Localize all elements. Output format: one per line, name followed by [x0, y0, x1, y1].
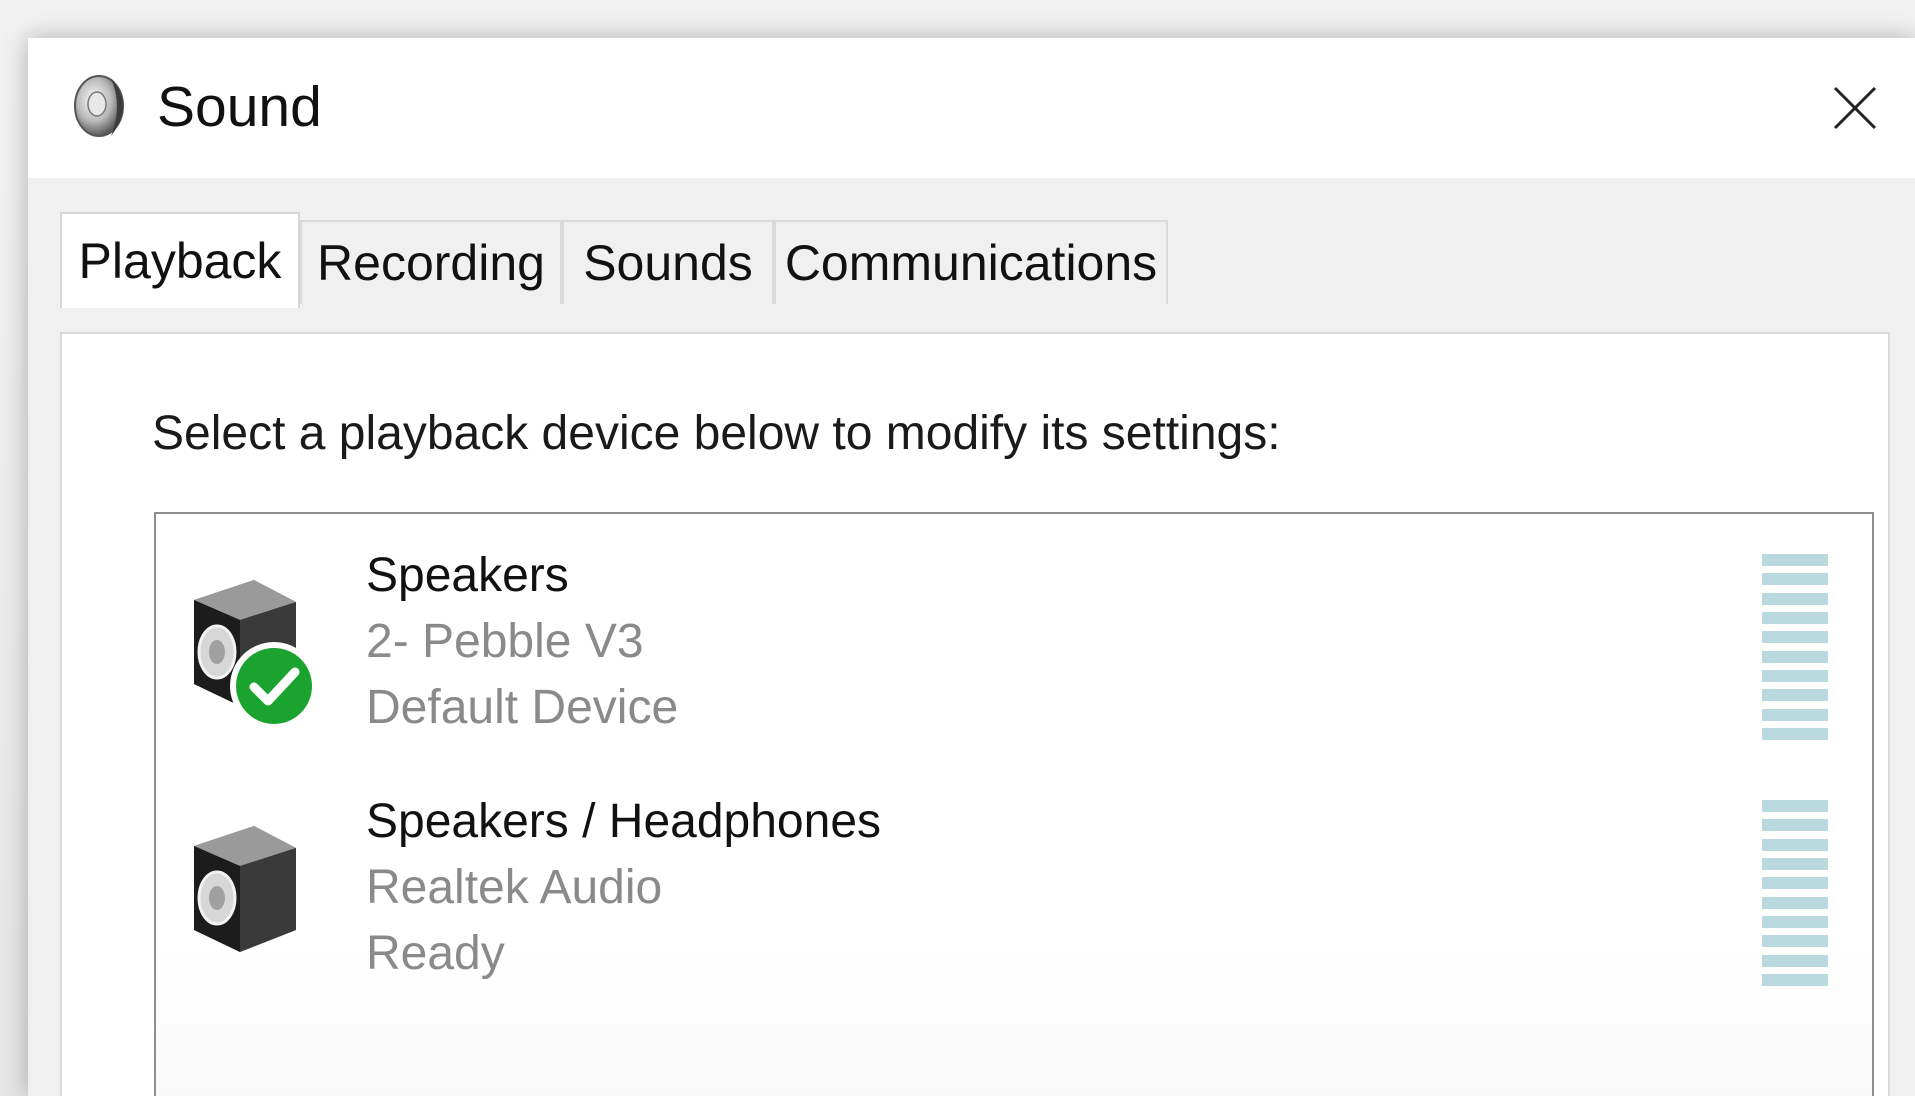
device-item-speakers-headphones[interactable]: Speakers / Headphones Realtek Audio Read…: [156, 776, 1872, 1016]
device-list[interactable]: Speakers 2- Pebble V3 Default Device Spe…: [154, 512, 1874, 1096]
tab-playback[interactable]: Playback: [60, 212, 300, 308]
sound-dialog: Sound Playback Recording Sounds Communic…: [28, 38, 1915, 1096]
window-title: Sound: [157, 75, 322, 139]
close-icon: [1833, 86, 1877, 130]
tab-sounds[interactable]: Sounds: [562, 220, 774, 304]
instruction-text: Select a playback device below to modify…: [152, 407, 1281, 460]
volume-level-meter: [1762, 800, 1828, 986]
title-bar: Sound: [28, 38, 1915, 178]
tab-recording[interactable]: Recording: [300, 220, 562, 304]
device-item-speakers[interactable]: Speakers 2- Pebble V3 Default Device: [156, 530, 1872, 770]
device-name: Speakers: [366, 549, 569, 602]
speaker-icon: [74, 75, 124, 137]
speaker-icon: [194, 826, 296, 952]
volume-level-meter: [1762, 554, 1828, 740]
device-status: Ready: [366, 927, 505, 980]
playback-panel: Select a playback device below to modify…: [60, 332, 1890, 1096]
check-circle-icon: [230, 642, 318, 730]
device-description: 2- Pebble V3: [366, 615, 644, 668]
device-description: Realtek Audio: [366, 861, 663, 914]
device-status: Default Device: [366, 681, 679, 734]
tab-communications[interactable]: Communications: [774, 220, 1168, 304]
device-name: Speakers / Headphones: [366, 795, 882, 848]
close-button[interactable]: [1795, 38, 1915, 178]
